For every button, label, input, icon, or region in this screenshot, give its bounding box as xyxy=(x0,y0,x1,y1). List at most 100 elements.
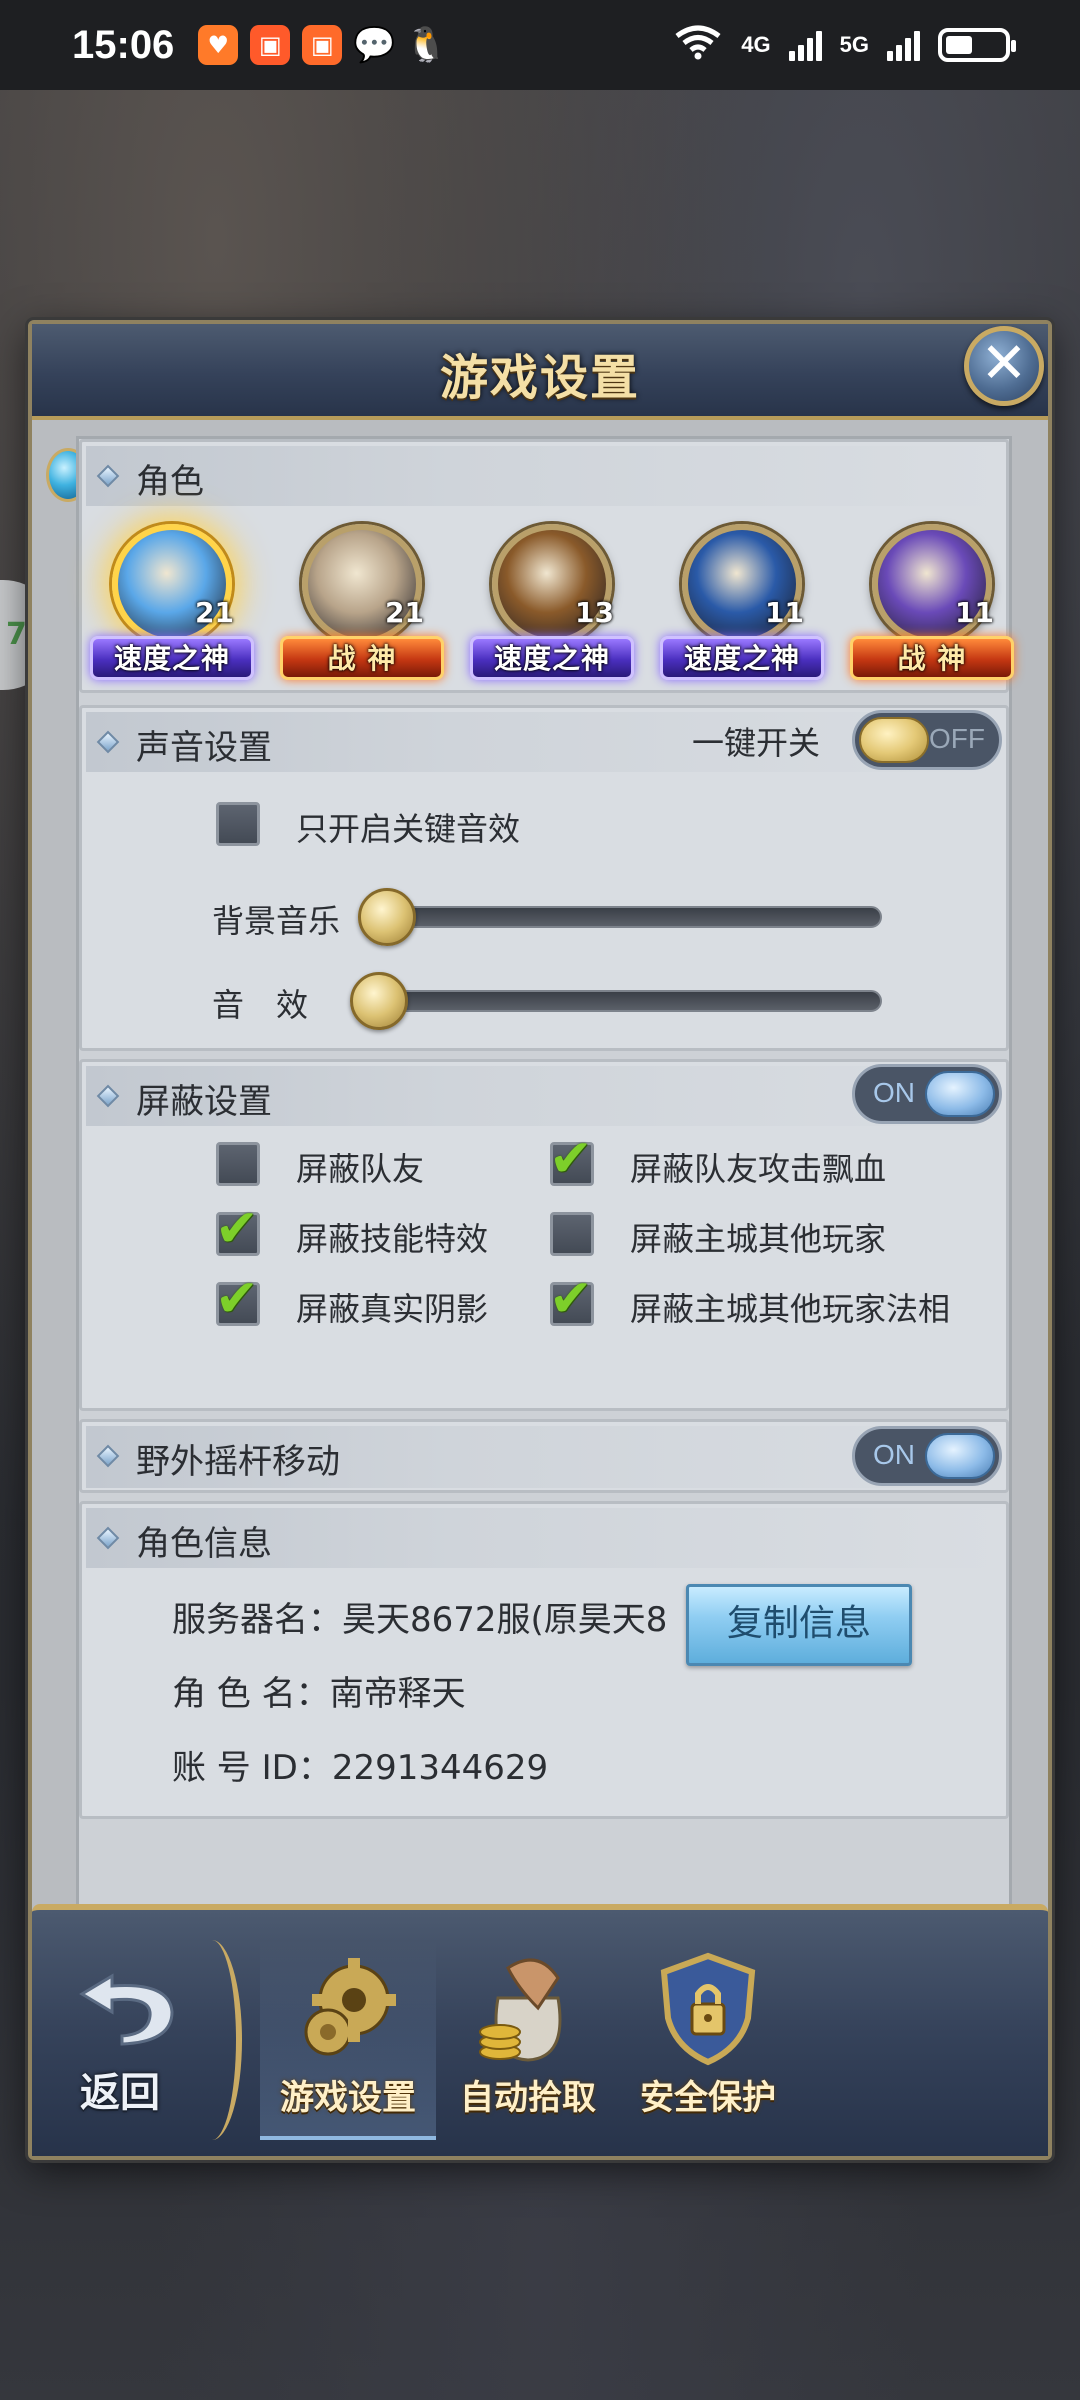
copy-info-button[interactable]: 复制信息 xyxy=(686,1584,912,1666)
diamond-icon xyxy=(96,1444,120,1468)
bgm-slider-knob[interactable] xyxy=(358,888,416,946)
kuaishou-icon: ▣ xyxy=(250,25,291,65)
nav-item-label: 游戏设置 xyxy=(280,2078,416,2118)
hero-slot[interactable]: 13 速度之神 xyxy=(462,516,642,686)
block-option-checkbox[interactable] xyxy=(550,1212,594,1256)
hero-level: 11 xyxy=(765,596,804,629)
bgm-slider[interactable] xyxy=(382,906,882,928)
section-title: 声音设置 xyxy=(136,728,272,768)
diamond-icon xyxy=(96,1084,120,1108)
nav-item-gear[interactable]: 游戏设置 xyxy=(260,1940,436,2140)
section-title: 屏蔽设置 xyxy=(136,1082,272,1122)
account-value: 2291344629 xyxy=(331,1748,549,1788)
role-info-section: 角色信息 服务器名：昊天8672服(原昊天8 复制信息 角 色 名：南帝释天 账… xyxy=(79,1501,1009,1819)
server-row: 服务器名：昊天8672服(原昊天8 xyxy=(172,1592,667,1641)
joystick-section: 野外摇杆移动 ON xyxy=(79,1419,1009,1493)
network-5g-label: 5G xyxy=(839,32,869,57)
nav-item-loot-bag[interactable]: 自动拾取 xyxy=(440,1940,616,2140)
block-section: 屏蔽设置 ON 屏蔽队友 ✔ 屏蔽队友攻击飘血 ✔ 屏蔽技能特效 屏蔽主城其他玩家 ✔ 屏蔽真… xyxy=(79,1059,1009,1411)
wechat-icon: 💬 xyxy=(353,25,396,65)
role-name-label: 角 色 名： xyxy=(172,1674,330,1714)
settings-dialog: 游戏设置 ✕ 角色 21 速度之神 21 战 神 13 速度之神 11 速度之神 11 战 神 声… xyxy=(28,320,1052,2160)
role-name-value: 南帝释天 xyxy=(329,1674,466,1714)
back-arrow-icon xyxy=(79,1973,174,2046)
bgm-label: 背景音乐 xyxy=(212,902,341,940)
status-bar: 15:06 ♥ ▣ ▣ 💬 🐧 4G 5G xyxy=(0,0,1080,90)
account-row: 账 号 ID：2291344629 xyxy=(172,1740,548,1789)
nav-item-label: 自动拾取 xyxy=(460,2078,596,2118)
key-sound-only-checkbox[interactable] xyxy=(216,802,260,846)
sfx-label: 音 效 xyxy=(212,986,309,1024)
hero-title-badge: 战 神 xyxy=(850,636,1014,680)
notification-icons: ♥ ▣ ▣ 💬 🐧 xyxy=(198,25,448,65)
section-header: 角色信息 xyxy=(86,1508,1002,1568)
hero-slot[interactable]: 21 速度之神 xyxy=(82,516,262,686)
toggle-knob xyxy=(859,717,929,763)
taobao-icon: ♥ xyxy=(198,25,239,65)
back-label: 返回 xyxy=(80,2070,160,2116)
server-value: 昊天8672服(原昊天8 xyxy=(342,1600,668,1640)
signal-5g-icon xyxy=(887,29,920,61)
joystick-toggle[interactable]: ON xyxy=(852,1426,1002,1486)
toggle-state: ON xyxy=(873,1439,915,1470)
sound-section: 声音设置 一键开关 OFF 只开启关键音效 背景音乐 音 效 xyxy=(79,705,1009,1051)
block-option-label: 屏蔽真实阴影 xyxy=(296,1290,489,1328)
hero-title-badge: 速度之神 xyxy=(90,636,254,680)
checkmark-icon: ✔ xyxy=(549,1269,593,1329)
checkmark-icon: ✔ xyxy=(215,1269,259,1329)
hero-title-badge: 速度之神 xyxy=(470,636,634,680)
diamond-icon xyxy=(96,464,120,488)
block-option-label: 屏蔽主城其他玩家 xyxy=(630,1220,887,1258)
block-option-label: 屏蔽队友攻击飘血 xyxy=(630,1150,887,1188)
block-toggle[interactable]: ON xyxy=(852,1064,1002,1124)
account-label: 账 号 ID： xyxy=(172,1748,332,1788)
hero-level: 11 xyxy=(955,596,994,629)
diamond-icon xyxy=(96,730,120,754)
hero-slot[interactable]: 11 战 神 xyxy=(842,516,1022,686)
nav-item-label: 安全保护 xyxy=(640,2078,776,2118)
block-option-checkbox[interactable] xyxy=(216,1142,260,1186)
settings-content: 角色 21 速度之神 21 战 神 13 速度之神 11 速度之神 11 战 神 声音设置 一键开… xyxy=(76,436,1014,2096)
back-button[interactable]: 返回 xyxy=(68,1950,188,2130)
hero-title-badge: 战 神 xyxy=(280,636,444,680)
block-option-checkbox[interactable]: ✔ xyxy=(215,1203,260,1256)
qq-icon: 🐧 xyxy=(405,25,448,65)
close-button[interactable]: ✕ xyxy=(964,326,1044,406)
network-4g-label: 4G xyxy=(741,32,771,57)
master-sound-toggle[interactable]: OFF xyxy=(852,710,1002,770)
checkmark-icon: ✔ xyxy=(549,1129,593,1189)
hero-level: 21 xyxy=(385,596,424,629)
role-name-row: 角 色 名：南帝释天 xyxy=(172,1666,466,1715)
signal-4g-icon xyxy=(788,29,822,61)
hero-level: 13 xyxy=(575,596,614,629)
hero-list: 21 速度之神 21 战 神 13 速度之神 11 速度之神 11 战 神 xyxy=(82,516,1014,686)
status-indicators: 4G 5G xyxy=(673,24,1016,66)
block-option-checkbox[interactable]: ✔ xyxy=(215,1273,260,1326)
toggle-knob xyxy=(925,1071,995,1117)
shield-lock-icon xyxy=(648,1948,768,2068)
hero-title-badge: 速度之神 xyxy=(660,636,824,680)
toggle-state: ON xyxy=(873,1077,915,1108)
battery-icon xyxy=(938,28,1016,62)
block-option-label: 屏蔽主城其他玩家法相 xyxy=(630,1290,951,1328)
block-option-checkbox[interactable]: ✔ xyxy=(549,1133,594,1186)
section-title: 野外摇杆移动 xyxy=(136,1442,340,1482)
checkmark-icon: ✔ xyxy=(215,1199,259,1259)
section-title: 角色 xyxy=(136,462,204,502)
section-header: 角色 xyxy=(86,446,1002,506)
block-option-checkbox[interactable]: ✔ xyxy=(549,1273,594,1326)
nav-item-shield-lock[interactable]: 安全保护 xyxy=(620,1940,796,2140)
gear-icon xyxy=(288,1948,408,2068)
key-sound-only-label: 只开启关键音效 xyxy=(296,810,521,848)
hero-slot[interactable]: 11 速度之神 xyxy=(652,516,832,686)
server-label: 服务器名： xyxy=(172,1600,342,1640)
master-switch-label: 一键开关 xyxy=(692,724,821,762)
nav-divider xyxy=(182,1940,242,2140)
bottom-nav-bar: 返回 游戏设置 自动拾取 安全保护 xyxy=(32,1904,1048,2156)
section-title: 角色信息 xyxy=(136,1524,272,1564)
sfx-slider[interactable] xyxy=(382,990,882,1012)
hero-slot[interactable]: 21 战 神 xyxy=(272,516,452,686)
kuaishou-lite-icon: ▣ xyxy=(302,25,343,65)
sfx-slider-knob[interactable] xyxy=(350,972,408,1030)
close-icon: ✕ xyxy=(980,331,1028,396)
